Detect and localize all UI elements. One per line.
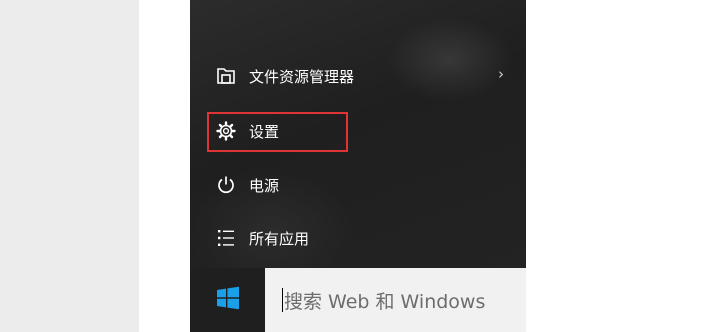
windows-logo-icon xyxy=(216,286,240,314)
start-button[interactable] xyxy=(190,268,265,332)
menu-item-file-explorer[interactable]: 文件资源管理器 › xyxy=(190,56,526,96)
left-blank-panel xyxy=(0,0,139,332)
all-apps-icon xyxy=(215,227,237,249)
menu-item-label: 所有应用 xyxy=(249,229,310,248)
settings-highlight-box xyxy=(207,112,348,152)
chevron-right-icon: › xyxy=(498,65,504,83)
text-cursor xyxy=(282,288,283,312)
power-icon xyxy=(215,174,237,196)
menu-item-power[interactable]: 电源 xyxy=(190,165,526,205)
menu-item-all-apps[interactable]: 所有应用 xyxy=(190,218,526,258)
search-input[interactable]: 搜索 Web 和 Windows xyxy=(265,268,526,332)
search-placeholder: 搜索 Web 和 Windows xyxy=(284,290,486,313)
menu-item-label: 电源 xyxy=(249,176,280,195)
menu-item-label: 文件资源管理器 xyxy=(249,67,355,86)
file-explorer-icon xyxy=(215,65,237,87)
taskbar: 搜索 Web 和 Windows xyxy=(190,268,526,332)
